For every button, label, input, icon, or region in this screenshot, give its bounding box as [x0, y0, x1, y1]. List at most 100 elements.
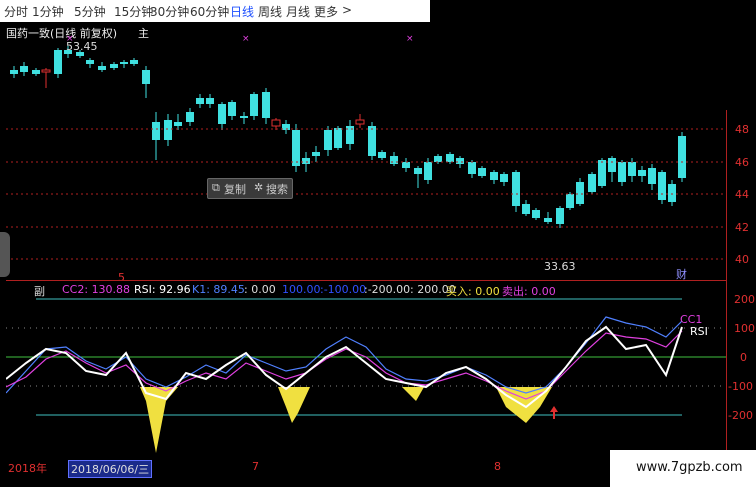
y-tick: 46 — [735, 156, 749, 169]
period-tab-5min[interactable]: 5分钟 — [74, 3, 106, 20]
sub-y-tick: 0 — [740, 351, 747, 364]
left-panel-toggle[interactable] — [0, 232, 10, 277]
period-tab-daily[interactable]: 日线 — [230, 3, 254, 20]
period-tab-15min[interactable]: 15分钟 — [114, 3, 153, 20]
candle-body — [522, 204, 530, 214]
candle-body — [368, 126, 376, 156]
sub-label: 副 — [34, 285, 45, 298]
sub-y-tick: -100 — [728, 380, 753, 393]
period-toolbar: 分时 1分钟 5分钟 15分钟 30分钟 60分钟 日线 周线 月线 更多 > — [0, 0, 430, 22]
candle-body — [618, 162, 626, 182]
candle-body — [434, 156, 442, 162]
candle-body — [566, 194, 574, 208]
period-tab-30min[interactable]: 30分钟 — [150, 3, 189, 20]
price-axis: 48 46 44 42 40 200 100 0 -100 -200 — [726, 22, 756, 462]
candle-body — [490, 172, 498, 180]
candle-body — [312, 152, 320, 156]
v2-value: 100.00 — [282, 283, 321, 296]
candle-body — [532, 210, 540, 218]
period-tab-1min[interactable]: 1分钟 — [32, 3, 64, 20]
v3-value: :-100.00 — [320, 283, 367, 296]
candle-body — [588, 174, 596, 192]
y-tick: 44 — [735, 188, 749, 201]
month-label: 7 — [252, 460, 259, 473]
copy-button[interactable]: 复制 — [224, 181, 246, 197]
candle-body — [576, 182, 584, 204]
sub-chart-panel[interactable]: 副 CC2: 130.88 RSI: 92.96 K1: 89.45 : 0.0… — [5, 283, 726, 458]
candle-body — [130, 60, 138, 64]
main-label: 主 — [138, 27, 149, 40]
sub-y-tick: -200 — [728, 409, 753, 422]
axis-divider — [726, 110, 727, 465]
candle-body — [468, 162, 476, 174]
candle-body — [302, 158, 310, 164]
y-tick: 48 — [735, 123, 749, 136]
cross-marker: × — [406, 34, 414, 44]
period-tab-60min[interactable]: 60分钟 — [190, 3, 229, 20]
candle-body — [378, 152, 386, 158]
candle-body — [98, 66, 106, 70]
sub-y-tick: 100 — [734, 322, 755, 335]
sell-value: 卖出: 0.00 — [502, 285, 556, 298]
candle-body — [668, 184, 676, 202]
period-tab-more[interactable]: 更多 — [314, 3, 338, 20]
cross-marker: × — [66, 34, 74, 44]
candle-body — [292, 130, 300, 166]
indicator-chart — [5, 298, 726, 453]
candle-body — [556, 208, 564, 224]
rsi-value: RSI: 92.96 — [134, 283, 191, 296]
candle-body — [608, 158, 616, 172]
y-tick: 42 — [735, 221, 749, 234]
sub-y-tick: 200 — [734, 293, 755, 306]
cross-marker: × — [242, 34, 250, 44]
year-label: 2018年 — [8, 462, 47, 475]
candle-body — [424, 162, 432, 180]
period-tab-monthly[interactable]: 月线 — [286, 3, 310, 20]
period-tab-weekly[interactable]: 周线 — [258, 3, 282, 20]
rsi-tag: RSI — [690, 325, 708, 338]
candle-body — [324, 130, 332, 150]
chevron-right-icon[interactable]: > — [342, 3, 352, 17]
candle-body — [186, 112, 194, 122]
watermark-box: www.7gpzb.com — [610, 450, 756, 487]
candle-body — [54, 50, 62, 74]
candle-body — [228, 102, 236, 116]
candle-body — [478, 168, 486, 176]
watermark-text: www.7gpzb.com — [636, 460, 743, 475]
v4-value: :-200.00 — [364, 283, 411, 296]
candle-body — [152, 122, 160, 140]
candle-body — [10, 70, 18, 74]
candle-body — [271, 119, 281, 127]
candle-body — [240, 116, 248, 118]
candle-body — [628, 162, 636, 176]
candlestick-chart — [6, 46, 726, 260]
candle-body — [142, 70, 150, 84]
candle-body — [164, 120, 172, 140]
candle-body — [414, 168, 422, 174]
candle-body — [456, 158, 464, 164]
context-popup: ⧉ 复制 ✲ 搜索 — [207, 178, 293, 199]
period-tab-fenshi[interactable]: 分时 — [4, 3, 28, 20]
candle-body — [262, 92, 270, 118]
candle-body — [250, 94, 258, 116]
candle-body — [196, 98, 204, 104]
candle-body — [206, 98, 214, 104]
candle-body — [120, 62, 128, 64]
candle-body — [512, 172, 520, 206]
low-price-label: 33.63 — [544, 260, 576, 273]
candle-body — [218, 104, 226, 124]
main-chart-panel[interactable]: 国药一致(日线 前复权) 主 53.45 33.63 财 5 × × × — [6, 22, 726, 284]
candle-body — [86, 60, 94, 64]
candle-body — [355, 119, 365, 125]
candle-body — [41, 69, 51, 73]
candle-body — [544, 218, 552, 222]
candle-body — [500, 174, 508, 182]
search-button[interactable]: 搜索 — [266, 181, 288, 197]
date-cursor-label: 2018/06/06/三 — [68, 460, 153, 478]
candle-body — [598, 160, 606, 186]
candle-body — [32, 70, 40, 74]
copy-icon: ⧉ — [212, 181, 220, 194]
date-axis: 2018年 2018/06/06/三 7 8 — [6, 460, 610, 478]
candle-body — [446, 154, 454, 162]
search-icon: ✲ — [254, 181, 264, 194]
